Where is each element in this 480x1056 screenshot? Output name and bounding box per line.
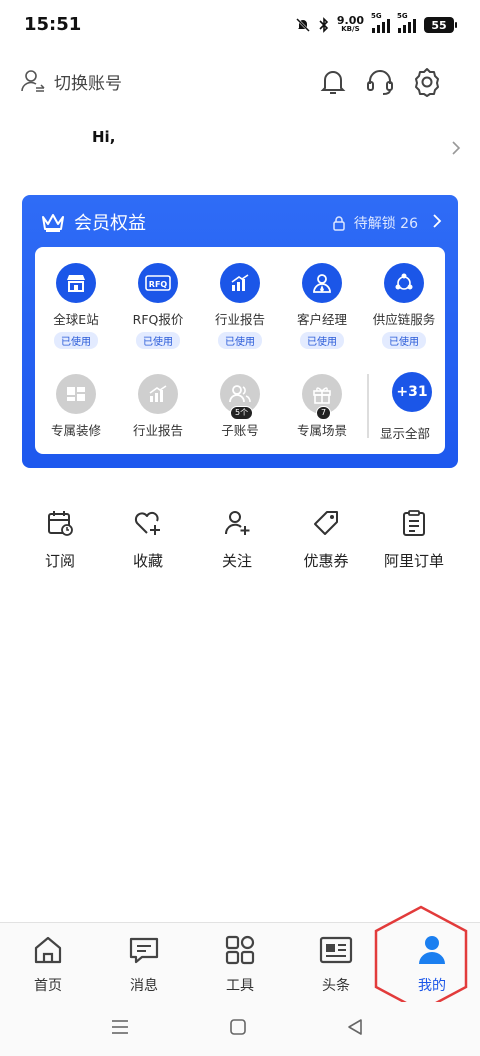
pending-unlock-label: 待解锁 26: [353, 216, 418, 232]
benefits-panel: 全球E站 已使用 RFQ RFQ报价 已使用 行业报告 已使用 客户经理 已使用…: [35, 247, 445, 454]
highlight-hexagon: [374, 905, 468, 1013]
crown-icon: [42, 214, 64, 232]
menu-icon[interactable]: [110, 1018, 130, 1036]
benefit-label: 行业报告: [132, 423, 183, 438]
switch-user-icon: [21, 70, 45, 92]
tab-tools[interactable]: 工具: [192, 933, 288, 995]
switch-account-label: 切换账号: [54, 73, 122, 94]
bluetooth-icon: [319, 17, 328, 33]
profile-page: 15:51 9.00 KB/S 5G 5G 55 切换账号 Hi, 会员权益 待解…: [0, 0, 480, 1056]
calendar-icon: [48, 511, 73, 536]
subscribe-label: 订阅: [44, 552, 75, 570]
used-tag: 已使用: [218, 332, 262, 349]
sub-account-badge: 5个: [230, 406, 254, 420]
favorites-label: 收藏: [132, 552, 163, 570]
favorites-button[interactable]: 收藏: [100, 508, 196, 571]
mute-bell-icon: [295, 18, 310, 32]
benefit-supply-chain[interactable]: 供应链服务 已使用: [363, 263, 445, 349]
tab-messages[interactable]: 消息: [96, 933, 192, 995]
member-benefits-title: 会员权益: [74, 213, 146, 234]
pending-unlock[interactable]: 待解锁 26: [332, 213, 418, 233]
grid-icon: [225, 935, 255, 965]
coupons-label: 优惠券: [303, 552, 349, 570]
used-tag: 已使用: [136, 332, 180, 349]
benefit-global-e-station[interactable]: 全球E站 已使用: [35, 263, 117, 349]
benefit-industry-report[interactable]: 行业报告 已使用: [199, 263, 281, 349]
store-icon: [56, 263, 96, 303]
follow-button[interactable]: 关注: [189, 508, 285, 571]
switch-account-button[interactable]: 切换账号: [20, 68, 122, 94]
benefit-label: 供应链服务: [372, 312, 436, 327]
lock-icon: [332, 216, 345, 231]
benefit-label: 专属装修: [50, 423, 101, 438]
used-tag: 已使用: [382, 332, 426, 349]
greeting: Hi,: [92, 128, 116, 146]
benefit-label: 子账号: [221, 423, 259, 438]
net-speed: 9.00 KB/S: [336, 14, 364, 33]
back-icon[interactable]: [346, 1018, 364, 1036]
benefit-label: 全球E站: [53, 312, 99, 327]
message-icon: [129, 937, 159, 964]
benefit-account-manager[interactable]: 客户经理 已使用: [281, 263, 363, 349]
signal-sim1-icon: 5G: [371, 12, 390, 33]
show-all-label[interactable]: 显示全部: [380, 423, 430, 442]
status-indicators: 9.00 KB/S 5G 5G 55: [295, 12, 457, 36]
chevron-right-icon[interactable]: [432, 213, 442, 229]
user-plus-icon: [224, 511, 250, 535]
heart-plus-icon: [134, 511, 160, 535]
benefit-industry-report-locked[interactable]: 行业报告: [117, 374, 199, 439]
tab-tools-label: 工具: [226, 978, 254, 994]
follow-label: 关注: [221, 552, 252, 570]
benefit-label: 专属场景: [296, 423, 347, 438]
used-tag: 已使用: [300, 332, 344, 349]
member-benefits-card: 会员权益 待解锁 26 全球E站 已使用 RFQ RFQ报价 已使用 行业报告 …: [22, 195, 458, 468]
system-nav-bar: [0, 1002, 480, 1056]
subscribe-button[interactable]: 订阅: [12, 508, 108, 571]
used-tag: 已使用: [54, 332, 98, 349]
svg-text:RFQ: RFQ: [149, 280, 168, 289]
profile-chevron-right-icon[interactable]: [450, 140, 462, 156]
coupons-button[interactable]: 优惠券: [278, 508, 374, 571]
home-square-icon[interactable]: [229, 1018, 247, 1036]
divider: [367, 374, 369, 438]
ali-orders-label: 阿里订单: [383, 552, 444, 570]
tab-home-label: 首页: [34, 978, 62, 994]
ali-orders-button[interactable]: 阿里订单: [366, 508, 462, 571]
bell-icon[interactable]: [317, 66, 349, 98]
status-bar: 15:51 9.00 KB/S 5G 5G 55: [0, 0, 480, 50]
home-icon: [34, 936, 62, 964]
benefit-label: 客户经理: [296, 312, 347, 327]
tab-home[interactable]: 首页: [0, 933, 96, 995]
chart-icon: [220, 263, 260, 303]
benefit-rfq-quote[interactable]: RFQ RFQ报价 已使用: [117, 263, 199, 349]
benefit-label: RFQ报价: [132, 312, 184, 327]
gear-icon[interactable]: [411, 66, 443, 98]
signal-sim2-icon: 5G: [397, 12, 416, 33]
benefit-custom-decoration[interactable]: 专属装修: [35, 374, 117, 439]
tag-icon: [314, 511, 338, 535]
layout-icon: [56, 374, 96, 414]
tab-messages-label: 消息: [130, 978, 158, 994]
status-time: 15:51: [24, 14, 82, 35]
exclusive-scene-badge: 7: [316, 406, 332, 420]
headset-icon[interactable]: [364, 66, 396, 98]
benefit-sub-account[interactable]: 5个 子账号: [199, 374, 281, 439]
chart-icon: [138, 374, 178, 414]
clipboard-icon: [403, 510, 425, 536]
benefit-label: 行业报告: [214, 312, 265, 327]
rfq-icon: RFQ: [138, 263, 178, 303]
supply-chain-icon: [384, 263, 424, 303]
manager-icon: [302, 263, 342, 303]
benefit-exclusive-scene[interactable]: 7 专属场景: [281, 374, 363, 439]
news-icon: [319, 936, 353, 964]
battery-icon: 55: [424, 17, 457, 33]
show-all-button[interactable]: +31: [392, 372, 432, 412]
